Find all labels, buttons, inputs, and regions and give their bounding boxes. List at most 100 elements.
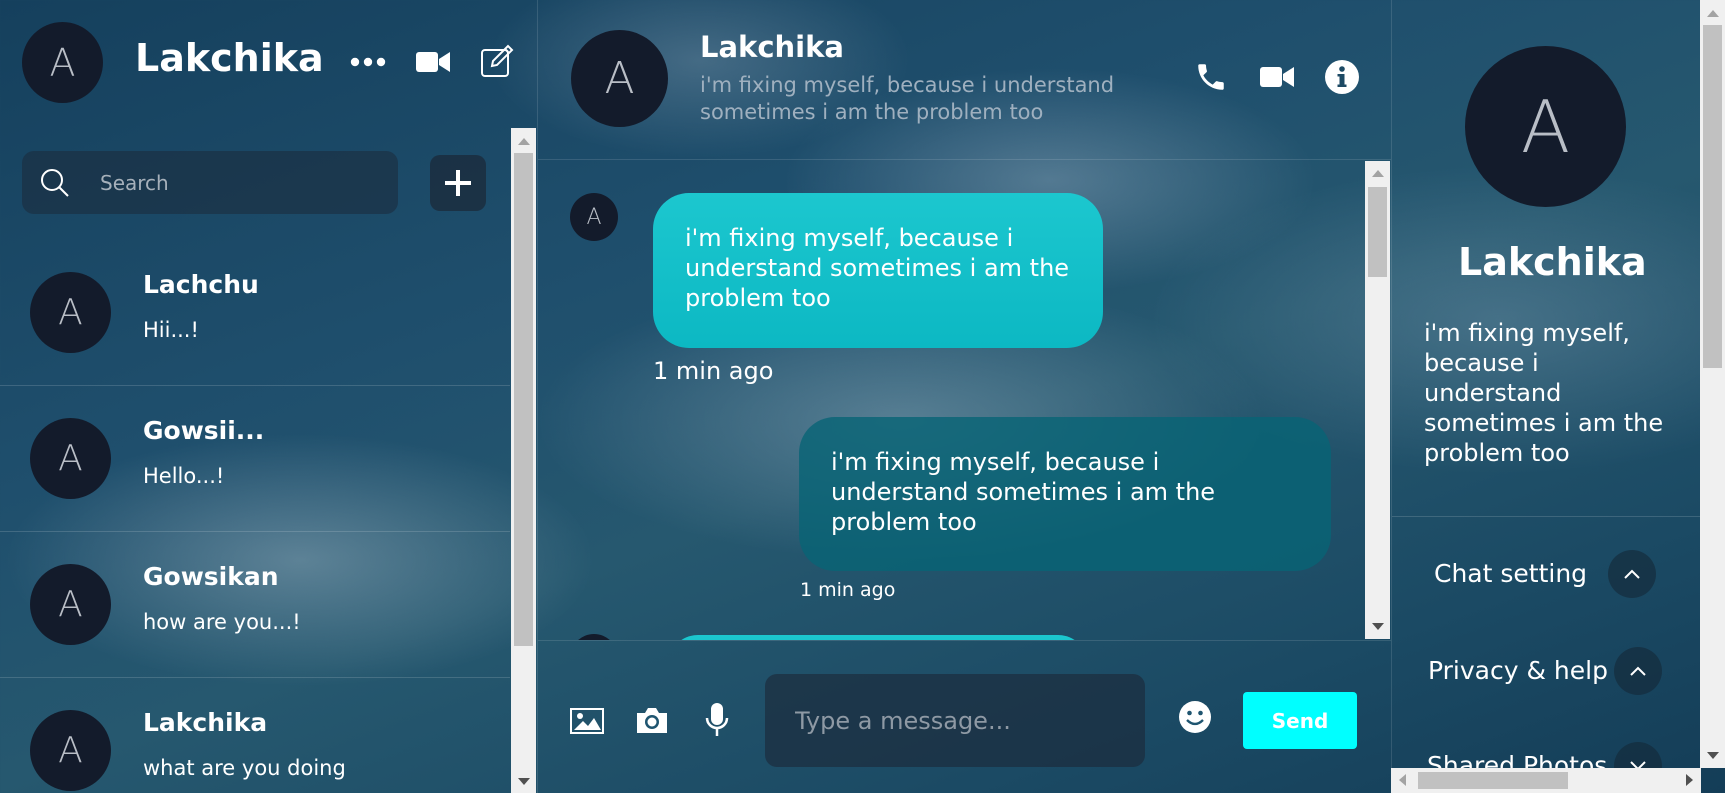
add-contact-button[interactable]: [430, 155, 486, 211]
contact-avatar: A: [30, 564, 111, 645]
contact-item-lakchika[interactable]: A Lakchika what are you doing: [0, 678, 510, 793]
camera-button[interactable]: [634, 704, 670, 736]
search-bar: [22, 151, 398, 214]
message-composer: Send: [538, 640, 1391, 793]
contact-avatar-letter: A: [58, 292, 83, 333]
video-camera-icon: [416, 52, 450, 72]
section-label: Shared Photos: [1427, 751, 1608, 768]
scroll-up-arrow[interactable]: [518, 138, 530, 145]
outgoing-message-bubble: i'm fixing myself, because i understand …: [799, 417, 1331, 571]
section-toggle-button[interactable]: [1614, 742, 1662, 768]
contact-avatar-letter: A: [58, 438, 83, 479]
chevron-down-icon: [1630, 761, 1646, 768]
section-chat-setting[interactable]: Chat setting: [1392, 543, 1700, 603]
contact-item-gowsikan[interactable]: A Gowsikan how are you...!: [0, 532, 510, 678]
new-message-button[interactable]: [478, 42, 516, 80]
incoming-message-bubble: i'm fixing myself, because i understand …: [653, 193, 1103, 348]
message-sender-avatar: A: [570, 193, 618, 241]
image-icon: [570, 708, 604, 734]
profile-avatar: A: [1465, 46, 1626, 207]
more-dots-icon: [350, 57, 386, 67]
send-button[interactable]: Send: [1243, 692, 1357, 749]
contact-avatar-letter: A: [58, 730, 83, 771]
scroll-up-arrow[interactable]: [1372, 170, 1384, 177]
message-timestamp: 1 min ago: [800, 579, 896, 601]
chat-header: A Lakchika i'm fixing myself, because i …: [538, 0, 1391, 160]
scroll-down-arrow[interactable]: [1707, 752, 1719, 759]
plus-icon: [445, 170, 471, 196]
chat-avatar[interactable]: A: [571, 30, 668, 127]
section-privacy-help[interactable]: Privacy & help: [1392, 640, 1700, 700]
contact-avatar: A: [30, 710, 111, 791]
contact-last-message: what are you doing: [143, 756, 346, 780]
scroll-right-arrow[interactable]: [1686, 774, 1693, 786]
contact-name: Gowsii...: [143, 416, 265, 445]
scroll-up-arrow[interactable]: [1707, 10, 1719, 17]
contact-name: Lachchu: [143, 270, 259, 299]
contact-item-gowsii[interactable]: A Gowsii... Hello...!: [0, 386, 510, 532]
section-label: Chat setting: [1434, 559, 1588, 588]
scrollbar-thumb[interactable]: [1368, 187, 1387, 277]
emoji-button[interactable]: [1176, 698, 1214, 736]
messages-area: A i'm fixing myself, because i understan…: [538, 161, 1365, 640]
scrollbar-thumb[interactable]: [514, 153, 533, 646]
user-avatar[interactable]: A: [22, 22, 103, 103]
contact-name: Lakchika: [143, 708, 268, 737]
chevron-up-icon: [1624, 569, 1640, 579]
profile-panel: A Lakchika i'm fixing myself, because i …: [1391, 0, 1725, 793]
smiley-icon: [1179, 701, 1211, 733]
attach-image-button[interactable]: [569, 706, 605, 736]
chat-contact-name: Lakchika: [700, 30, 844, 64]
more-options-button[interactable]: [348, 48, 388, 76]
message-input[interactable]: [795, 674, 1135, 767]
user-avatar-letter: A: [49, 40, 76, 85]
profile-scrollbar[interactable]: [1700, 0, 1725, 768]
contact-avatar: A: [30, 272, 111, 353]
compose-icon: [481, 44, 514, 77]
chat-avatar-letter: A: [604, 53, 635, 104]
chat-panel: A Lakchika i'm fixing myself, because i …: [538, 0, 1391, 793]
profile-bio: i'm fixing myself, because i understand …: [1424, 319, 1664, 467]
section-label: Privacy & help: [1428, 656, 1608, 685]
scroll-left-arrow[interactable]: [1399, 774, 1406, 786]
section-shared-photos[interactable]: Shared Photos: [1392, 735, 1700, 768]
profile-divider: [1392, 516, 1700, 517]
phone-icon: [1198, 64, 1224, 90]
scroll-down-arrow[interactable]: [1372, 623, 1384, 630]
contact-last-message: Hello...!: [143, 464, 225, 488]
voice-record-button[interactable]: [702, 701, 732, 739]
message-timestamp: 1 min ago: [653, 357, 774, 385]
camera-icon: [637, 708, 667, 733]
section-toggle-button[interactable]: [1608, 550, 1656, 598]
message-text: i'm fixing myself, because i understand …: [831, 448, 1216, 536]
scrollbar-thumb[interactable]: [1703, 25, 1722, 368]
scroll-down-arrow[interactable]: [518, 778, 530, 785]
contact-last-message: Hii...!: [143, 318, 199, 342]
profile-horizontal-scrollbar[interactable]: [1391, 768, 1701, 793]
contact-avatar-letter: A: [58, 584, 83, 625]
section-toggle-button[interactable]: [1614, 647, 1662, 695]
contacts-scrollbar[interactable]: [511, 128, 536, 793]
messages-scrollbar[interactable]: [1365, 161, 1390, 639]
contact-avatar: A: [30, 418, 111, 499]
chevron-up-icon: [1630, 666, 1646, 676]
video-camera-icon: [1260, 67, 1294, 87]
chat-info-button[interactable]: [1324, 59, 1360, 95]
contact-item-lachchu[interactable]: A Lachchu Hii...!: [0, 240, 510, 386]
chat-contact-status: i'm fixing myself, because i understand …: [700, 73, 1115, 124]
video-call-button[interactable]: [413, 44, 453, 80]
profile-clip: Shared Photos: [1392, 720, 1700, 768]
microphone-icon: [705, 703, 729, 736]
message-input-wrapper: [765, 674, 1145, 767]
voice-call-button[interactable]: [1192, 58, 1230, 96]
scrollbar-thumb[interactable]: [1418, 772, 1568, 789]
message-text: i'm fixing myself, because i understand …: [685, 224, 1070, 312]
message-sender-avatar-letter: A: [586, 204, 602, 230]
contact-name: Gowsikan: [143, 562, 279, 591]
contact-last-message: how are you...!: [143, 610, 301, 634]
profile-name: Lakchika: [1458, 240, 1647, 284]
chat-video-call-button[interactable]: [1258, 60, 1296, 94]
search-input[interactable]: [100, 151, 380, 214]
profile-avatar-letter: A: [1520, 84, 1571, 169]
conversation-sidebar: A Lakchika A Lachchu: [0, 0, 538, 793]
